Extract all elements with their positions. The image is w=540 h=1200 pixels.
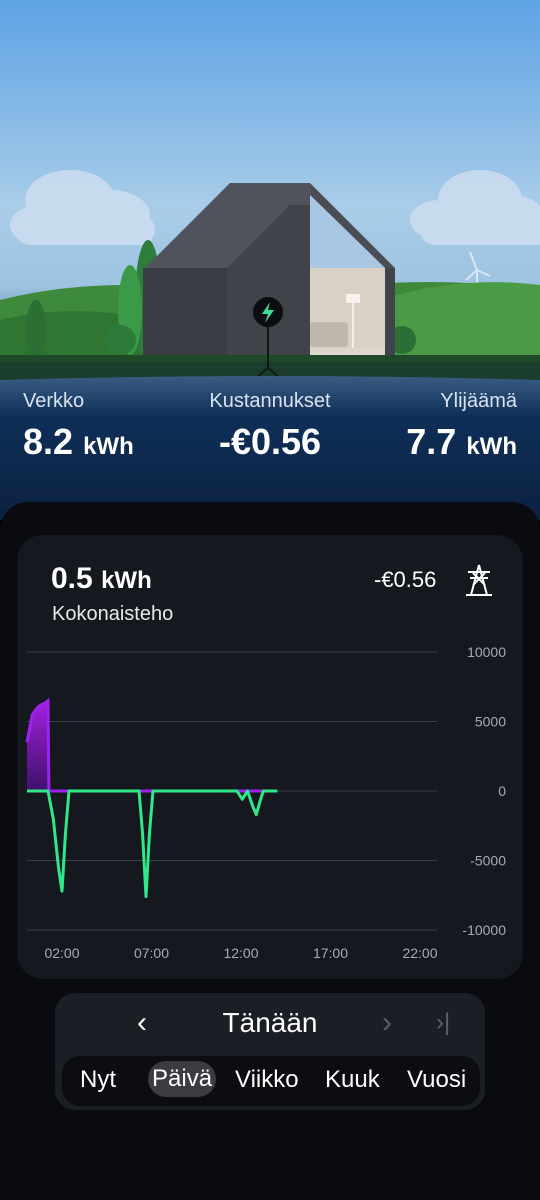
y-tick-label: -5000 [470, 853, 506, 869]
x-tick-label: 22:00 [402, 945, 437, 961]
y-tick-label: 0 [498, 783, 506, 799]
export-series-line [27, 789, 278, 899]
import-area [27, 700, 278, 791]
total-power: 0.5 kWh [51, 562, 152, 596]
surplus-value-number: 7.7 [406, 421, 457, 462]
surplus-label: Ylijäämä [440, 390, 517, 412]
x-tick-label: 02:00 [44, 945, 79, 961]
total-power-value: 0.5 [51, 562, 93, 595]
chevron-right-icon[interactable]: › [382, 1006, 392, 1040]
y-tick-label: 5000 [475, 714, 506, 730]
surplus-stat: Ylijäämä 7.7 kWh [406, 390, 517, 463]
period-year[interactable]: Vuosi [407, 1066, 466, 1094]
skip-to-end-icon[interactable]: ›| [436, 1009, 450, 1037]
house-wall-left [143, 268, 227, 355]
surplus-value: 7.7 kWh [406, 421, 517, 463]
power-pylon-icon [463, 563, 495, 602]
x-tick-label: 17:00 [313, 945, 348, 961]
x-tick-label: 12:00 [223, 945, 258, 961]
period-now[interactable]: Nyt [80, 1066, 116, 1094]
total-power-unit: kWh [101, 567, 152, 594]
date-label: Tänään [222, 1007, 318, 1038]
y-tick-label: -10000 [462, 922, 506, 938]
surplus-value-unit: kWh [466, 433, 517, 460]
total-power-label: Kokonaisteho [52, 603, 174, 625]
cloud-left [10, 170, 155, 245]
x-tick-label: 07:00 [134, 945, 169, 961]
period-month[interactable]: Kuuk [325, 1066, 380, 1094]
y-tick-label: 10000 [467, 644, 506, 660]
import-series-line [25, 697, 278, 793]
period-day[interactable]: Päivä [148, 1061, 217, 1097]
power-chart: 10000 5000 0 -5000 -10000 02:00 07:00 12:00 17:0… [25, 644, 506, 961]
card-cost: -€0.56 [374, 567, 437, 592]
period-week[interactable]: Viikko [235, 1066, 299, 1094]
cloud-right [410, 170, 540, 245]
